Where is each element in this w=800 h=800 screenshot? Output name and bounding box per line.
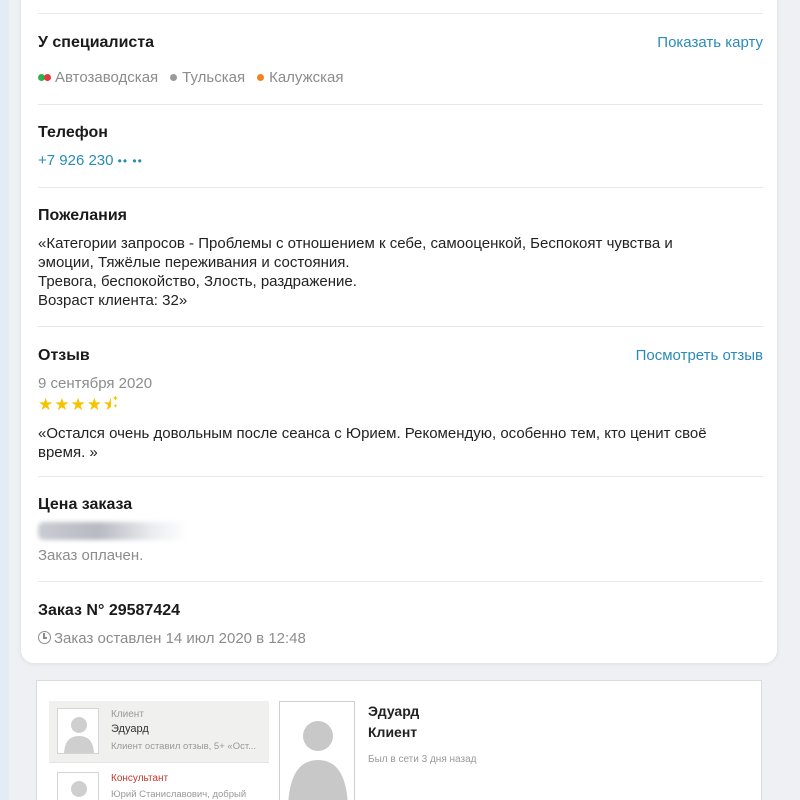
wishes-text: «Категории запросов - Проблемы с отношен…: [38, 234, 763, 310]
avatar: [57, 708, 99, 754]
dialog-preview: Юрий Станиславович, добрый: [111, 789, 247, 800]
phone-link[interactable]: +7 926 230 •• ••: [38, 151, 763, 171]
phone-masked-digits: •• ••: [117, 154, 143, 168]
payment-status: Заказ оплачен.: [38, 547, 144, 564]
review-date: 9 сентября 2020: [38, 375, 153, 392]
phone-heading: Телефон: [38, 124, 108, 141]
price-section: Цена заказа Заказ оплачен.: [38, 495, 763, 565]
dialog-role: Клиент: [111, 709, 144, 720]
review-section: Отзыв Посмотреть отзыв 9 сентября 2020 ★…: [38, 346, 763, 466]
divider: [38, 187, 763, 188]
metro-station: Автозаводская: [38, 69, 158, 86]
divider: [38, 104, 763, 105]
review-text: «Остался очень довольным после сеанса с …: [38, 424, 763, 462]
wishes-line: эмоции, Тяжёлые переживания и состояния.: [38, 254, 350, 271]
half-star-icon: ★ ✦ ✦: [103, 396, 118, 414]
phone-number: +7 926 230: [38, 152, 114, 169]
phone-section: Телефон +7 926 230 •• ••: [38, 123, 763, 173]
order-section: Заказ N° 29587424 Заказ оставлен 14 июл …: [38, 601, 763, 651]
wishes-section: Пожелания «Категории запросов - Проблемы…: [38, 206, 763, 316]
rating-stars: ★ ★ ★ ★ ★ ✦ ✦: [38, 396, 763, 418]
specialist-heading: У специалиста: [38, 34, 155, 51]
clock-icon: [38, 631, 51, 644]
metro-name: Тульская: [182, 69, 246, 86]
avatar: [57, 772, 99, 800]
divider: [38, 326, 763, 327]
metro-line-icon: [44, 74, 51, 81]
profile-avatar: [279, 701, 355, 800]
order-card: У специалиста Показать карту Автозаводск…: [20, 0, 778, 664]
user-silhouette-icon: [288, 721, 348, 800]
dialog-preview: Клиент оставил отзыв, 5+ «Ост...: [111, 741, 257, 752]
divider: [38, 13, 763, 14]
dialog-item-client[interactable]: Клиент Эдуард Клиент оставил отзыв, 5+ «…: [49, 701, 269, 763]
wishes-line: «Категории запросов - Проблемы с отношен…: [38, 235, 673, 252]
order-number: Заказ N° 29587424: [38, 602, 181, 619]
metro-line-icon: [257, 74, 265, 81]
star-icon: ★: [86, 395, 102, 414]
chat-widget: Клиент Эдуард Клиент оставил отзыв, 5+ «…: [36, 680, 762, 800]
show-map-link[interactable]: Показать карту: [657, 33, 763, 53]
metro-name: Калужская: [269, 69, 344, 86]
review-line: время. »: [38, 444, 98, 461]
wishes-heading: Пожелания: [38, 207, 127, 224]
dialog-name: Эдуард: [111, 723, 149, 735]
price-heading: Цена заказа: [38, 496, 133, 513]
review-line: «Остался очень довольным после сеанса с …: [38, 425, 707, 442]
profile-role: Клиент: [368, 724, 418, 740]
dialog-item-consultant[interactable]: Консультант Юрий Станиславович, добрый: [49, 765, 269, 800]
wishes-line: Возраст клиента: 32»: [38, 292, 188, 309]
dialog-role: Консультант: [111, 773, 169, 784]
order-date-row: Заказ оставлен 14 июл 2020 в 12:48: [38, 629, 763, 649]
star-icon: ★: [38, 395, 54, 414]
divider: [38, 581, 763, 582]
metro-station: Калужская: [257, 69, 344, 86]
metro-list: Автозаводская Тульская Калужская: [38, 69, 763, 86]
user-silhouette-icon: [71, 781, 87, 797]
metro-line-icon: [170, 74, 178, 81]
half-star-fill: ★: [103, 396, 111, 414]
profile-last-seen: Был в сети 3 дня назад: [368, 754, 477, 765]
profile-name: Эдуард: [368, 703, 420, 719]
metro-name: Автозаводская: [55, 69, 159, 86]
user-silhouette-icon: [64, 717, 94, 753]
star-icon: ★: [70, 395, 86, 414]
order-placed-text: Заказ оставлен 14 июл 2020 в 12:48: [54, 630, 306, 647]
view-review-link[interactable]: Посмотреть отзыв: [636, 346, 763, 366]
star-icon: ★: [54, 395, 70, 414]
wishes-line: Тревога, беспокойство, Злость, раздражен…: [38, 273, 357, 290]
left-strip: [0, 0, 9, 800]
metro-station: Тульская: [170, 69, 245, 86]
specialist-section: У специалиста Показать карту Автозаводск…: [38, 33, 763, 93]
blurred-price: [38, 522, 188, 540]
divider: [38, 476, 763, 477]
